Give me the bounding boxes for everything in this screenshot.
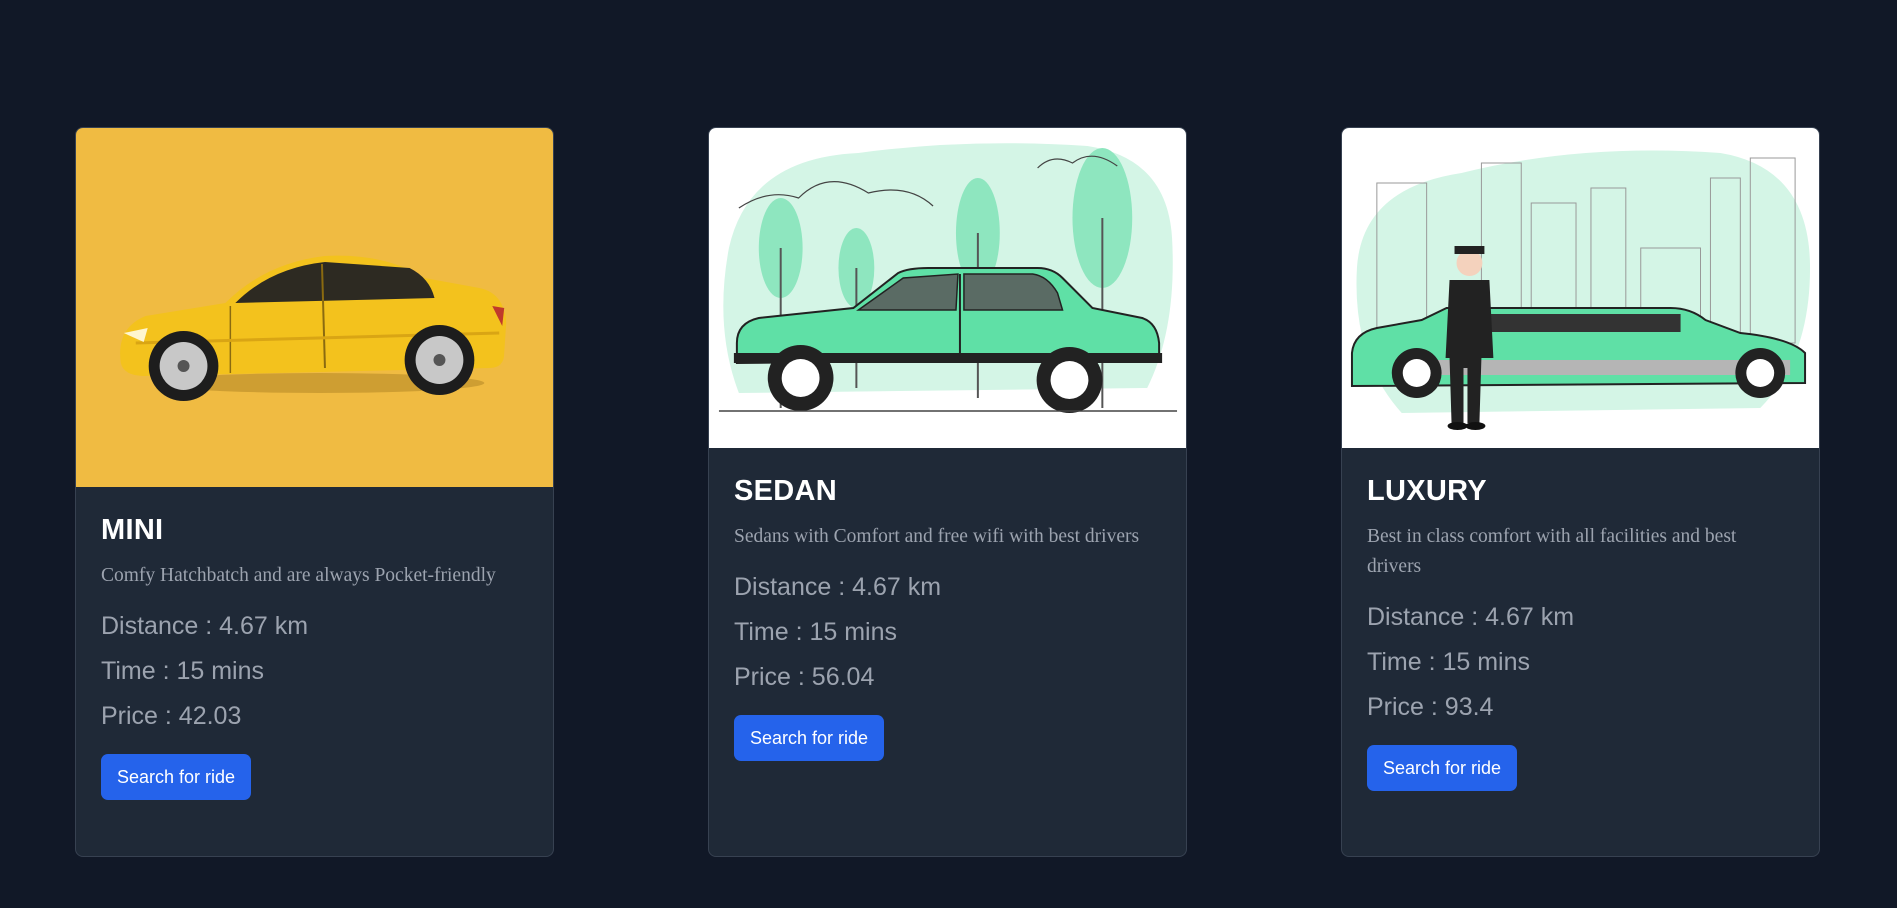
search-for-ride-button[interactable]: Search for ride bbox=[1367, 745, 1518, 791]
search-for-ride-button[interactable]: Search for ride bbox=[101, 754, 252, 800]
ride-options-grid: MINI Comfy Hatchbatch and are always Poc… bbox=[0, 0, 1897, 908]
ride-card-mini: MINI Comfy Hatchbatch and are always Poc… bbox=[75, 127, 554, 857]
time-text: Time : 15 mins bbox=[1367, 648, 1531, 676]
luxury-illustration bbox=[1342, 128, 1819, 448]
distance-text: Distance : 4.67 km bbox=[1367, 603, 1575, 631]
card-title: MINI bbox=[101, 514, 164, 546]
card-description: Sedans with Comfort and free wifi with b… bbox=[734, 526, 1140, 547]
card-title: LUXURY bbox=[1367, 475, 1487, 507]
distance-text: Distance : 4.67 km bbox=[734, 573, 942, 601]
ride-card-sedan: SEDAN Sedans with Comfort and free wifi … bbox=[708, 127, 1187, 857]
time-text: Time : 15 mins bbox=[101, 657, 265, 685]
time-text: Time : 15 mins bbox=[734, 618, 898, 646]
sedan-illustration bbox=[709, 128, 1186, 448]
card-description: Comfy Hatchbatch and are always Pocket-f… bbox=[101, 565, 496, 586]
price-text: Price : 56.04 bbox=[734, 663, 875, 691]
price-text: Price : 42.03 bbox=[101, 702, 242, 730]
card-description: Best in class comfort with all facilitie… bbox=[1367, 526, 1737, 577]
mini-car-image bbox=[76, 128, 553, 487]
distance-text: Distance : 4.67 km bbox=[101, 612, 309, 640]
price-text: Price : 93.4 bbox=[1367, 693, 1494, 721]
card-title: SEDAN bbox=[734, 475, 838, 507]
search-for-ride-button[interactable]: Search for ride bbox=[734, 715, 885, 761]
ride-card-luxury: LUXURY Best in class comfort with all fa… bbox=[1341, 127, 1820, 857]
